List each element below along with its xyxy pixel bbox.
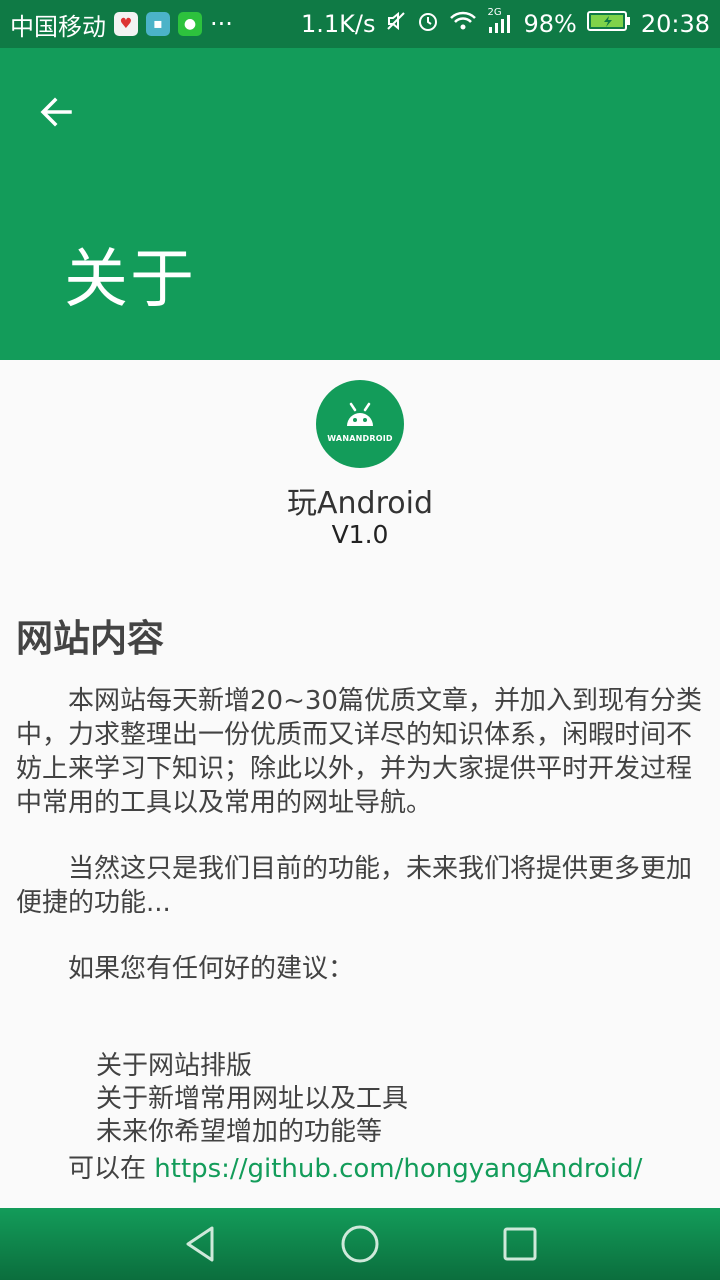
suggestion-list: 关于网站排版 关于新增常用网址以及工具 未来你希望增加的功能等 <box>96 1050 408 1149</box>
alarm-icon <box>417 10 439 38</box>
circle-home-icon <box>341 1225 379 1263</box>
nav-recents-button[interactable] <box>498 1222 542 1266</box>
android-robot-icon <box>347 402 373 426</box>
back-button[interactable] <box>30 86 82 138</box>
clock: 20:38 <box>640 10 710 38</box>
signal-icon: 2G <box>487 7 513 35</box>
app-version: V1.0 <box>331 520 389 549</box>
paragraph-suggestions: 如果您有任何好的建议： <box>16 954 355 984</box>
paragraph-future: 当然这只是我们目前的功能，未来我们将提供更多更加便捷的功能... <box>16 854 693 918</box>
android-notification-icon: ▪ <box>146 12 170 36</box>
about-content[interactable]: WANANDROID 玩Android V1.0 网站内容 本网站每天新增20~… <box>0 360 720 1208</box>
list-item: 未来你希望增加的功能等 <box>96 1117 383 1147</box>
list-item: 关于网站排版 <box>96 1051 253 1081</box>
battery-percent: 98% <box>523 10 577 38</box>
app-bar: 关于 <box>0 48 720 360</box>
wechat-icon: ● <box>178 12 202 36</box>
app-logo: WANANDROID <box>316 380 404 468</box>
logo-text: WANANDROID <box>327 434 393 443</box>
stocks-app-icon: ♥ <box>114 12 138 36</box>
paragraph-intro: 本网站每天新增20~30篇优质文章，并加入到现有分类中，力求整理出一份优质而又详… <box>16 686 702 818</box>
page-title: 关于 <box>64 243 196 317</box>
network-speed: 1.1K/s <box>300 10 376 38</box>
more-notifications: ··· <box>210 10 233 38</box>
paragraph-contact: 可以在 https://github.com/hongyangAndroid/ <box>16 1152 706 1186</box>
status-bar: 中国移动 ♥ ▪ ● ··· 1.1K/s 2G 98% 20:38 <box>0 0 720 48</box>
arrow-left-icon <box>40 97 72 127</box>
section-heading: 网站内容 <box>16 617 164 660</box>
contact-prefix: 可以在 <box>16 1154 155 1184</box>
wifi-icon <box>449 10 477 38</box>
carrier-label: 中国移动 <box>10 12 106 41</box>
navigation-bar <box>0 1208 720 1280</box>
mute-icon <box>385 10 407 38</box>
network-type: 2G <box>487 7 502 18</box>
nav-back-button[interactable] <box>178 1222 222 1266</box>
app-name: 玩Android <box>287 486 433 521</box>
nav-home-button[interactable] <box>338 1222 382 1266</box>
list-item: 关于新增常用网址以及工具 <box>96 1084 409 1114</box>
triangle-back-icon <box>186 1226 214 1262</box>
github-link[interactable]: https://github.com/hongyangAndroid/ <box>154 1154 642 1184</box>
square-recents-icon <box>503 1227 537 1261</box>
battery-icon <box>586 10 631 38</box>
